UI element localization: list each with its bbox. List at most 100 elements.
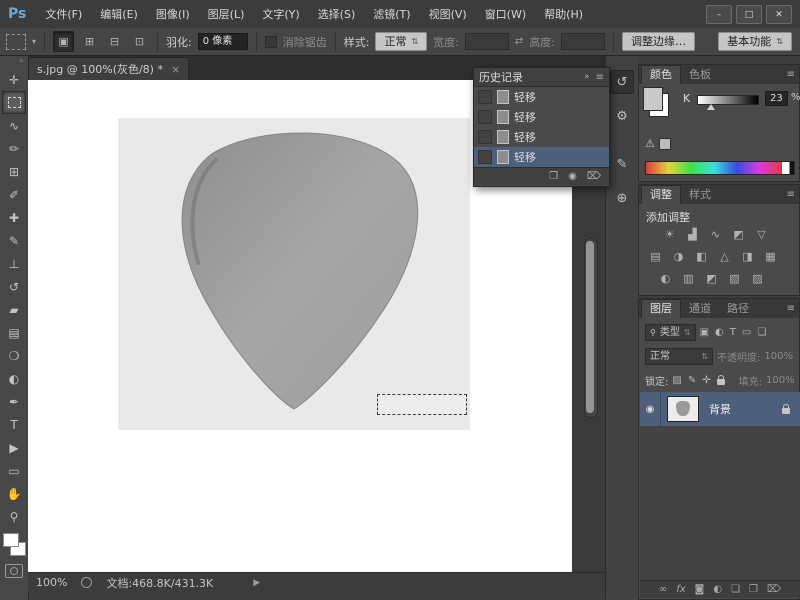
collapse-panel-icon[interactable]: » — [584, 72, 590, 82]
layer-filter-dropdown[interactable]: ⚲ 类型 ⇅ — [645, 323, 696, 341]
tab-channels[interactable]: 通道 — [681, 300, 719, 318]
lock-image-pixels-icon[interactable]: ✎ — [688, 375, 696, 386]
menu-filter[interactable]: 滤镜(T) — [364, 1, 419, 28]
foreground-color-swatch[interactable] — [643, 87, 663, 111]
history-source-checkbox[interactable] — [478, 130, 492, 144]
k-slider-thumb[interactable] — [707, 104, 715, 110]
lock-position-icon[interactable]: ✛ — [702, 375, 710, 386]
menu-help[interactable]: 帮助(H) — [535, 1, 592, 28]
tab-layers[interactable]: 图层 — [641, 299, 681, 318]
add-layer-mask-icon[interactable]: ◙ — [695, 584, 705, 595]
clone-source-panel-icon[interactable]: ⊕ — [610, 186, 634, 210]
tab-color[interactable]: 颜色 — [641, 65, 681, 84]
blend-mode-dropdown[interactable]: 正常 ⇅ — [645, 347, 713, 365]
tab-styles[interactable]: 样式 — [681, 186, 719, 204]
delete-state-icon[interactable]: ⌦ — [587, 171, 601, 182]
history-source-checkbox[interactable] — [478, 150, 492, 164]
black-white-icon[interactable]: ◧ — [693, 249, 710, 264]
menu-edit[interactable]: 编辑(E) — [91, 1, 147, 28]
tab-adjustments[interactable]: 调整 — [641, 185, 681, 204]
levels-icon[interactable]: ▟ — [684, 227, 701, 242]
panel-menu-icon[interactable]: ≡ — [596, 72, 604, 83]
threshold-icon[interactable]: ◩ — [703, 271, 720, 286]
swap-dimensions-icon[interactable]: ⇄ — [515, 36, 523, 47]
panel-menu-icon[interactable]: ≡ — [787, 300, 795, 318]
pen-tool[interactable]: ✒ — [2, 390, 26, 413]
posterize-icon[interactable]: ▥ — [680, 271, 697, 286]
refine-edge-button[interactable]: 调整边缘… — [621, 32, 695, 51]
maximize-button[interactable]: □ — [736, 5, 762, 24]
history-state-row-selected[interactable]: 轻移 — [474, 147, 609, 167]
style-dropdown[interactable]: 正常 ⇅ — [375, 32, 428, 51]
hand-tool[interactable]: ✋ — [2, 482, 26, 505]
fill-value[interactable]: 100% — [766, 375, 795, 386]
layer-name[interactable]: 背景 — [709, 401, 782, 417]
new-document-from-state-icon[interactable]: ❐ — [549, 171, 558, 182]
filter-smart-objects-icon[interactable]: ❏ — [757, 327, 766, 338]
brush-presets-panel-icon[interactable]: ✎ — [610, 152, 634, 176]
quick-selection-tool[interactable]: ✏ — [2, 137, 26, 160]
menu-file[interactable]: 文件(F) — [36, 1, 91, 28]
brush-tool[interactable]: ✎ — [2, 229, 26, 252]
curves-icon[interactable]: ∿ — [707, 227, 724, 242]
history-panel-icon[interactable]: ↺ — [610, 70, 634, 94]
eyedropper-tool[interactable]: ✐ — [2, 183, 26, 206]
selection-marquee[interactable] — [377, 394, 467, 415]
tab-paths[interactable]: 路径 — [719, 300, 757, 318]
color-spectrum-ramp[interactable] — [645, 161, 795, 175]
menu-image[interactable]: 图像(I) — [147, 1, 199, 28]
history-source-checkbox[interactable] — [478, 90, 492, 104]
minimize-button[interactable]: – — [706, 5, 732, 24]
menu-type[interactable]: 文字(Y) — [253, 1, 308, 28]
filter-type-layers-icon[interactable]: T — [730, 327, 736, 338]
tool-preset-icon[interactable] — [6, 33, 26, 50]
gamut-color-swatch[interactable] — [658, 137, 671, 150]
foreground-color-swatch[interactable] — [3, 533, 19, 547]
rectangular-marquee-tool[interactable] — [2, 91, 26, 114]
status-arrow-icon[interactable]: ▶ — [253, 578, 260, 588]
zoom-tool[interactable]: ⚲ — [2, 505, 26, 528]
k-value-field[interactable]: 23 — [765, 91, 788, 106]
workspace-switcher[interactable]: 基本功能 ⇅ — [718, 32, 792, 51]
layer-row-background[interactable]: ◉ 背景 — [640, 392, 800, 426]
layer-visibility-eye-icon[interactable]: ◉ — [640, 392, 661, 426]
intersect-selection-button[interactable]: ⊡ — [130, 32, 149, 51]
invert-icon[interactable]: ◐ — [657, 271, 674, 286]
quick-mask-button[interactable] — [5, 564, 23, 578]
tab-close-icon[interactable]: × — [171, 63, 180, 76]
crop-tool[interactable]: ⊞ — [2, 160, 26, 183]
lock-transparent-pixels-icon[interactable]: ▨ — [672, 375, 681, 386]
color-lookup-icon[interactable]: ▦ — [762, 249, 779, 264]
document-tab[interactable]: s.jpg @ 100%(灰色/8) * × — [28, 57, 190, 80]
eraser-tool[interactable]: ▰ — [2, 298, 26, 321]
gamut-warning[interactable]: ⚠ — [645, 137, 671, 150]
lock-all-icon[interactable] — [716, 375, 725, 385]
photo-filter-icon[interactable]: △ — [716, 249, 733, 264]
color-balance-icon[interactable]: ◑ — [670, 249, 687, 264]
new-snapshot-icon[interactable]: ◉ — [568, 171, 577, 182]
properties-panel-icon[interactable]: ⚙ — [610, 104, 634, 128]
history-state-row[interactable]: 轻移 — [474, 107, 609, 127]
path-selection-tool[interactable]: ▶ — [2, 436, 26, 459]
filter-shape-layers-icon[interactable]: ▭ — [742, 327, 751, 338]
selective-color-icon[interactable]: ▨ — [749, 271, 766, 286]
menu-window[interactable]: 窗口(W) — [476, 1, 535, 28]
spot-healing-brush-tool[interactable]: ✚ — [2, 206, 26, 229]
new-layer-icon[interactable]: ❐ — [749, 584, 758, 595]
brightness-contrast-icon[interactable]: ☀ — [661, 227, 678, 242]
filter-pixel-layers-icon[interactable]: ▣ — [700, 327, 709, 338]
exposure-icon[interactable]: ◩ — [730, 227, 747, 242]
lasso-tool[interactable]: ∿ — [2, 114, 26, 137]
dodge-tool[interactable]: ◐ — [2, 367, 26, 390]
layer-thumbnail[interactable] — [667, 396, 699, 422]
color-swatches[interactable] — [2, 532, 26, 558]
toolbar-collapse-icon[interactable]: » — [19, 56, 28, 68]
vertical-scrollbar-thumb[interactable] — [586, 241, 594, 413]
photo-image[interactable] — [118, 118, 470, 430]
hue-saturation-icon[interactable]: ▤ — [647, 249, 664, 264]
blur-tool[interactable]: ❍ — [2, 344, 26, 367]
gradient-tool[interactable]: ▤ — [2, 321, 26, 344]
history-brush-tool[interactable]: ↺ — [2, 275, 26, 298]
new-adjustment-layer-icon[interactable]: ◐ — [713, 584, 722, 595]
history-state-row[interactable]: 轻移 — [474, 127, 609, 147]
